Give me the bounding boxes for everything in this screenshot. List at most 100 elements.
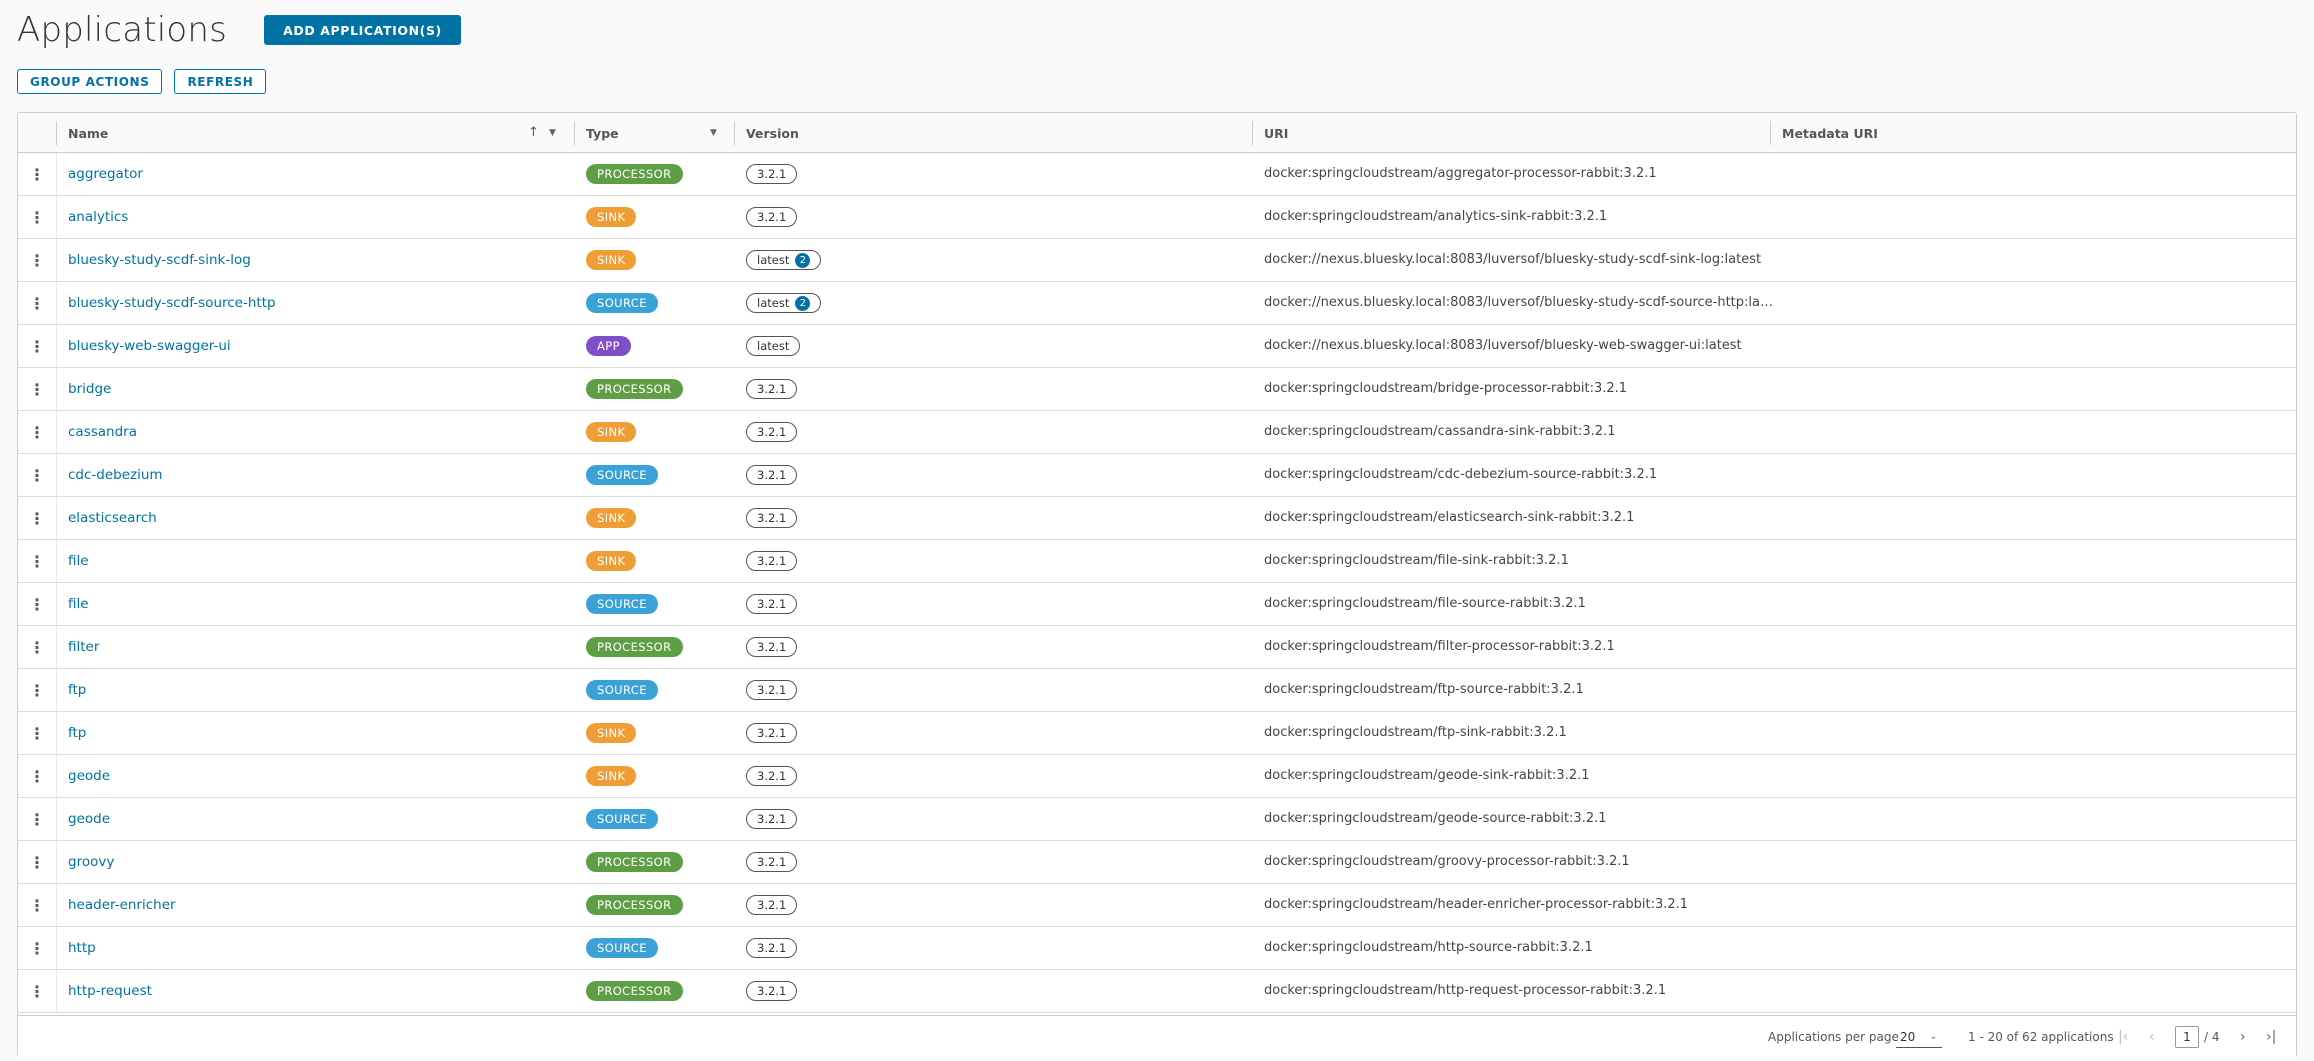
row-actions-icon[interactable]: ⋮ — [18, 325, 56, 367]
row-divider — [56, 970, 57, 1012]
app-name-link[interactable]: file — [68, 540, 89, 582]
version-pill[interactable]: 3.2.1 — [746, 551, 798, 571]
row-actions-icon[interactable]: ⋮ — [18, 626, 56, 668]
app-name-link[interactable]: analytics — [68, 196, 128, 238]
app-name-link[interactable]: ftp — [68, 712, 86, 754]
app-name-link[interactable]: geode — [68, 798, 110, 840]
add-applications-button[interactable]: ADD APPLICATION(S) — [264, 15, 461, 45]
uri-cell: docker:springcloudstream/cassandra-sink-… — [1264, 424, 1616, 439]
version-pill[interactable]: latest 2 — [746, 250, 822, 270]
version-pill[interactable]: 3.2.1 — [746, 465, 798, 485]
version-pill[interactable]: 3.2.1 — [746, 207, 798, 227]
app-name-link[interactable]: filter — [68, 626, 99, 668]
app-name-link[interactable]: aggregator — [68, 153, 143, 195]
version-pill[interactable]: 3.2.1 — [746, 637, 798, 657]
version-pill[interactable]: 3.2.1 — [746, 422, 798, 442]
type-cell: SINK — [586, 712, 637, 754]
uri-cell: docker:springcloudstream/ftp-sink-rabbit… — [1264, 725, 1567, 740]
type-cell: SOURCE — [586, 282, 658, 324]
version-pill[interactable]: latest 2 — [746, 293, 822, 313]
row-actions-icon[interactable]: ⋮ — [18, 927, 56, 969]
filter-icon[interactable]: ▼ — [549, 128, 556, 138]
version-pill[interactable]: 3.2.1 — [746, 938, 798, 958]
column-separator[interactable] — [734, 121, 735, 145]
row-actions-icon[interactable]: ⋮ — [18, 841, 56, 883]
column-separator[interactable] — [574, 121, 575, 145]
next-page-icon[interactable]: › — [2240, 1029, 2246, 1045]
app-name-link[interactable]: bluesky-web-swagger-ui — [68, 325, 231, 367]
app-name-link[interactable]: elasticsearch — [68, 497, 157, 539]
previous-page-icon[interactable]: ‹ — [2149, 1029, 2155, 1045]
app-name-link[interactable]: bluesky-study-scdf-sink-log — [68, 239, 251, 281]
column-separator[interactable] — [1770, 121, 1771, 145]
row-actions-icon[interactable]: ⋮ — [18, 411, 56, 453]
version-pill[interactable]: 3.2.1 — [746, 164, 798, 184]
version-pill[interactable]: 3.2.1 — [746, 379, 798, 399]
version-pill[interactable]: 3.2.1 — [746, 723, 798, 743]
row-actions-icon[interactable]: ⋮ — [18, 497, 56, 539]
filter-icon[interactable]: ▼ — [710, 128, 717, 138]
row-actions-icon[interactable]: ⋮ — [18, 239, 56, 281]
row-actions-icon[interactable]: ⋮ — [18, 454, 56, 496]
table-row: ⋮ ftp SINK 3.2.1 docker:springcloudstream/ft… — [18, 712, 2296, 755]
row-divider — [56, 540, 57, 582]
type-badge: PROCESSOR — [586, 164, 683, 184]
column-header-name[interactable]: Name — [68, 113, 108, 153]
type-cell: SINK — [586, 540, 637, 582]
app-name-link[interactable]: http — [68, 927, 96, 969]
uri-cell: docker:springcloudstream/bridge-processo… — [1264, 381, 1628, 396]
app-name-link[interactable]: ftp — [68, 669, 86, 711]
row-actions-icon[interactable]: ⋮ — [18, 368, 56, 410]
row-actions-icon[interactable]: ⋮ — [18, 540, 56, 582]
uri-cell: docker:springcloudstream/geode-sink-rabb… — [1264, 768, 1590, 783]
sort-ascending-icon[interactable]: ↑ — [528, 125, 539, 140]
version-pill[interactable]: 3.2.1 — [746, 895, 798, 915]
version-label: 3.2.1 — [757, 726, 787, 740]
app-name-link[interactable]: cassandra — [68, 411, 137, 453]
row-actions-icon[interactable]: ⋮ — [18, 669, 56, 711]
app-name-link[interactable]: http-request — [68, 970, 152, 1012]
version-pill[interactable]: 3.2.1 — [746, 981, 798, 1001]
version-pill[interactable]: 3.2.1 — [746, 680, 798, 700]
current-page-input[interactable] — [2175, 1026, 2199, 1048]
row-actions-icon[interactable]: ⋮ — [18, 196, 56, 238]
type-cell: SOURCE — [586, 798, 658, 840]
row-actions-icon[interactable]: ⋮ — [18, 755, 56, 797]
app-name-link[interactable]: bluesky-study-scdf-source-http — [68, 282, 276, 324]
version-pill[interactable]: 3.2.1 — [746, 594, 798, 614]
row-actions-icon[interactable]: ⋮ — [18, 712, 56, 754]
app-name-link[interactable]: bridge — [68, 368, 111, 410]
row-actions-icon[interactable]: ⋮ — [18, 798, 56, 840]
version-pill[interactable]: latest — [746, 336, 801, 356]
version-pill[interactable]: 3.2.1 — [746, 809, 798, 829]
row-actions-icon[interactable]: ⋮ — [18, 970, 56, 1012]
refresh-button[interactable]: REFRESH — [174, 69, 267, 94]
column-header-type[interactable]: Type — [586, 113, 619, 153]
column-separator[interactable] — [1252, 121, 1253, 145]
version-label: 3.2.1 — [757, 812, 787, 826]
version-pill[interactable]: 3.2.1 — [746, 508, 798, 528]
app-name-link[interactable]: file — [68, 583, 89, 625]
row-actions-icon[interactable]: ⋮ — [18, 282, 56, 324]
app-name-link[interactable]: groovy — [68, 841, 114, 883]
group-actions-button[interactable]: GROUP ACTIONS — [17, 69, 163, 94]
column-header-uri[interactable]: URI — [1264, 113, 1288, 153]
row-divider — [56, 497, 57, 539]
column-header-metadata-uri[interactable]: Metadata URI — [1782, 113, 1878, 153]
last-page-icon[interactable]: ›| — [2266, 1029, 2276, 1045]
row-actions-icon[interactable]: ⋮ — [18, 583, 56, 625]
first-page-icon[interactable]: |‹ — [2118, 1029, 2128, 1045]
grid-footer: Applications per page 20 ⌄ 1 - 20 of 62 … — [18, 1015, 2296, 1057]
column-header-version[interactable]: Version — [746, 113, 799, 153]
per-page-label: Applications per page — [1768, 1030, 1899, 1044]
row-divider — [56, 884, 57, 926]
version-pill[interactable]: 3.2.1 — [746, 852, 798, 872]
version-pill[interactable]: 3.2.1 — [746, 766, 798, 786]
row-actions-icon[interactable]: ⋮ — [18, 153, 56, 195]
app-name-link[interactable]: geode — [68, 755, 110, 797]
column-separator[interactable] — [56, 121, 57, 145]
row-actions-icon[interactable]: ⋮ — [18, 884, 56, 926]
app-name-link[interactable]: cdc-debezium — [68, 454, 163, 496]
per-page-select[interactable]: 20 ⌄ — [1896, 1026, 1942, 1048]
app-name-link[interactable]: header-enricher — [68, 884, 176, 926]
